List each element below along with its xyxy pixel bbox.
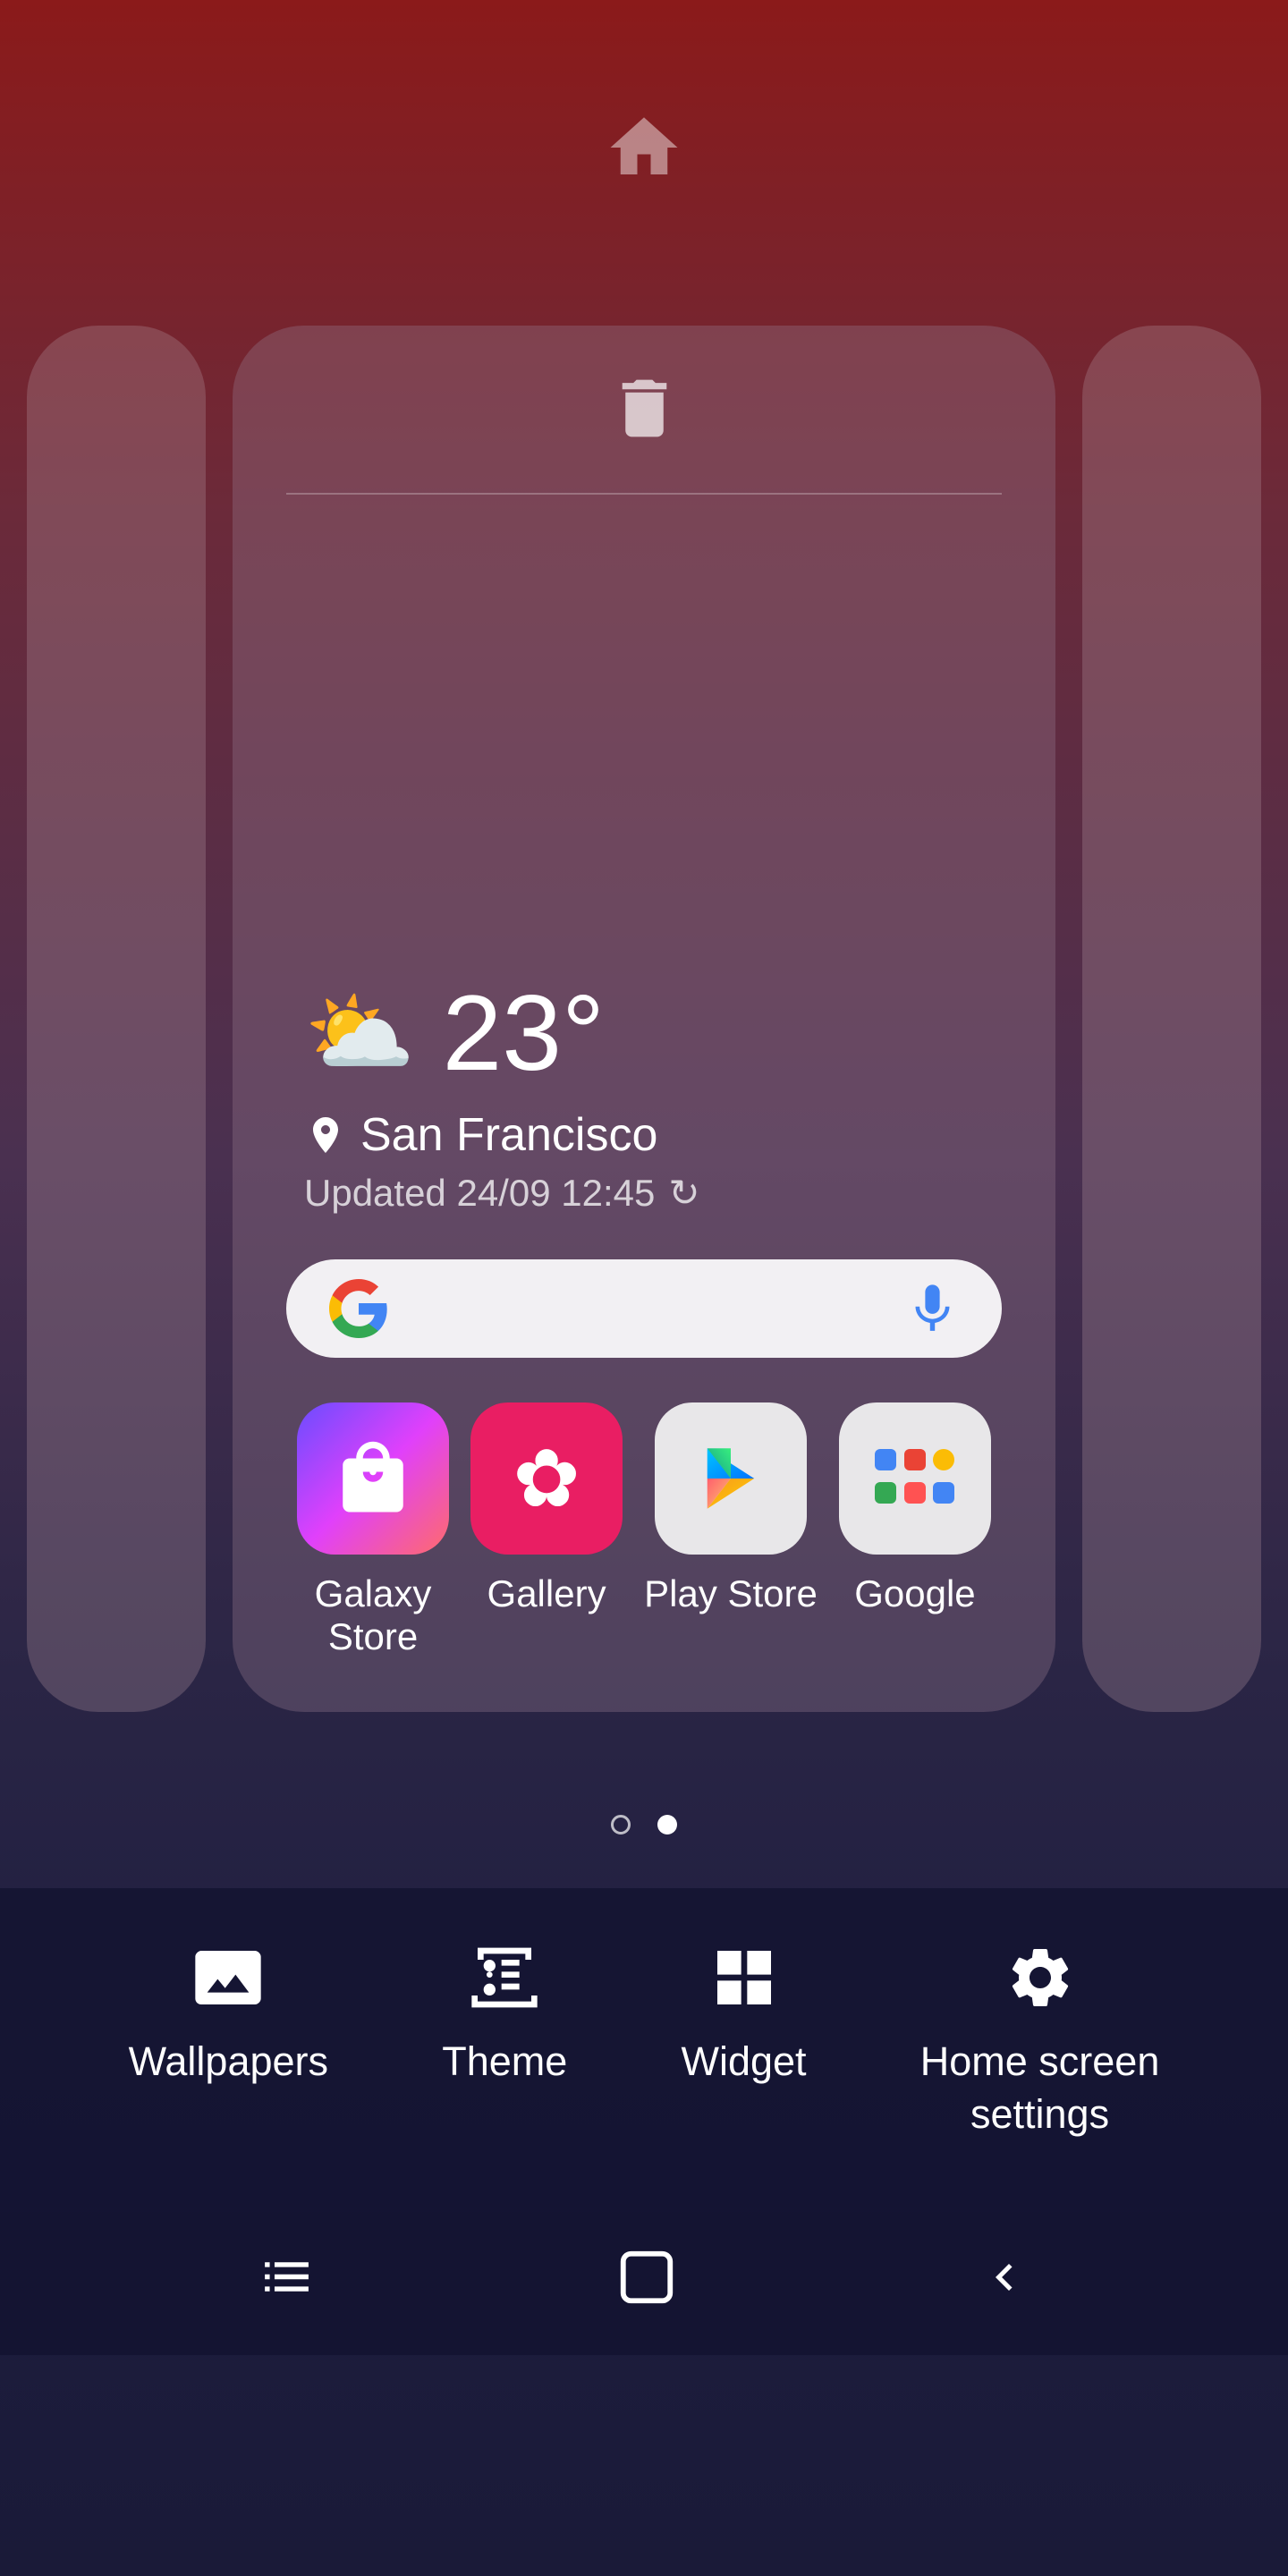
- gallery-icon: ✿: [470, 1402, 623, 1555]
- refresh-icon: ↻: [668, 1171, 699, 1215]
- home-icon-top: [604, 107, 684, 205]
- toolbar-theme[interactable]: Theme: [442, 1942, 567, 2089]
- divider: [286, 493, 1002, 495]
- gallery-label: Gallery: [487, 1572, 606, 1615]
- play-store-icon: [655, 1402, 807, 1555]
- main-card: ⛅ 23° San Francisco Updated 24/09 12:45 …: [233, 326, 1055, 1712]
- theme-label: Theme: [442, 2036, 567, 2089]
- page-indicators: [611, 1815, 677, 1835]
- app-galaxy-store[interactable]: GalaxyStore: [297, 1402, 449, 1658]
- app-google[interactable]: Google: [839, 1402, 991, 1615]
- toolbar-wallpapers[interactable]: Wallpapers: [129, 1942, 328, 2089]
- google-grid-cell-4: [875, 1482, 896, 1504]
- cards-area: ⛅ 23° San Francisco Updated 24/09 12:45 …: [0, 258, 1288, 1779]
- weather-section: ⛅ 23° San Francisco Updated 24/09 12:45 …: [286, 971, 1002, 1215]
- google-grid-cell-3: [933, 1449, 954, 1470]
- page-dot-2[interactable]: [657, 1815, 677, 1835]
- city-name: San Francisco: [360, 1108, 657, 1162]
- google-grid-cell-6: [933, 1482, 954, 1504]
- google-logo: [326, 1276, 391, 1341]
- side-card-right: [1082, 326, 1261, 1712]
- google-grid-cell-1: [875, 1449, 896, 1470]
- toolbar-home-screen-settings[interactable]: Home screensettings: [920, 1942, 1160, 2140]
- back-button[interactable]: [978, 2250, 1031, 2318]
- play-store-label: Play Store: [644, 1572, 818, 1615]
- trash-icon[interactable]: [606, 370, 682, 466]
- home-button[interactable]: [615, 2246, 678, 2322]
- weather-location: San Francisco: [304, 1108, 984, 1162]
- widget-label: Widget: [681, 2036, 806, 2089]
- play-triangle-icon: [691, 1438, 771, 1519]
- updated-text: Updated 24/09 12:45: [304, 1172, 655, 1215]
- weather-updated: Updated 24/09 12:45 ↻: [304, 1171, 984, 1215]
- side-card-left: [27, 326, 206, 1712]
- search-bar[interactable]: [286, 1259, 1002, 1358]
- settings-gear-icon: [1004, 1942, 1076, 2013]
- google-label: Google: [854, 1572, 975, 1615]
- screen: ⛅ 23° San Francisco Updated 24/09 12:45 …: [0, 0, 1288, 2576]
- wallpapers-label: Wallpapers: [129, 2036, 328, 2089]
- weather-row: ⛅ 23°: [304, 971, 984, 1095]
- weather-icon: ⛅: [304, 981, 416, 1086]
- microphone-icon[interactable]: [903, 1280, 962, 1338]
- bottom-toolbar: Wallpapers Theme Widget Home screensetti…: [0, 1888, 1288, 2212]
- apps-row: GalaxyStore ✿ Gallery: [286, 1402, 1002, 1658]
- google-grid-cell-5: [904, 1482, 926, 1504]
- weather-temperature: 23°: [443, 971, 605, 1095]
- theme-icon: [469, 1942, 540, 2013]
- home-screen-settings-label: Home screensettings: [920, 2036, 1160, 2140]
- app-play-store[interactable]: Play Store: [644, 1402, 818, 1615]
- recent-apps-button[interactable]: [258, 2248, 316, 2319]
- google-grid-cell-2: [904, 1449, 926, 1470]
- google-icon: [839, 1402, 991, 1555]
- nav-bar: [0, 2212, 1288, 2355]
- location-pin-icon: [304, 1114, 347, 1157]
- toolbar-widget[interactable]: Widget: [681, 1942, 806, 2089]
- widget-icon: [708, 1942, 780, 2013]
- gallery-flower-icon: ✿: [513, 1432, 580, 1526]
- page-dot-1[interactable]: [611, 1815, 631, 1835]
- wallpapers-icon: [192, 1942, 264, 2013]
- app-gallery[interactable]: ✿ Gallery: [470, 1402, 623, 1615]
- galaxy-store-label: GalaxyStore: [315, 1572, 432, 1658]
- galaxy-store-icon: [297, 1402, 449, 1555]
